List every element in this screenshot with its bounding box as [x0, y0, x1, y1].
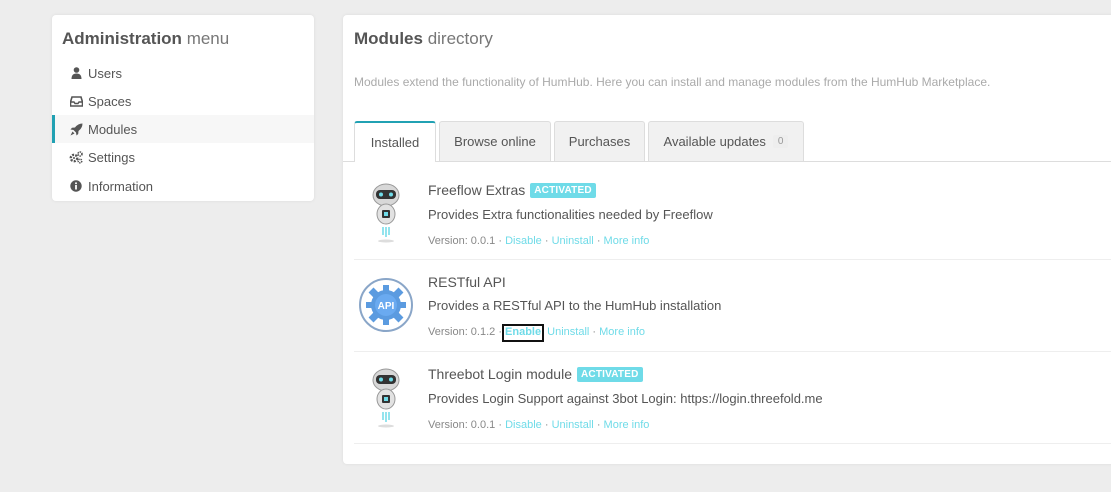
- sidebar-item-label: Modules: [88, 121, 138, 137]
- list-item: Threebot Login module ACTIVATED Provides …: [354, 352, 1111, 444]
- disable-link[interactable]: Disable: [505, 235, 542, 247]
- page-title: Modules directory: [354, 29, 493, 49]
- admin-menu-panel: Administration menu Users Spaces Modules…: [52, 15, 314, 201]
- list-item: Freeflow Extras ACTIVATED Provides Extra …: [354, 168, 1111, 260]
- module-version: Version: 0.0.1: [428, 235, 496, 247]
- module-title: Threebot Login module: [428, 366, 572, 382]
- separator: ·: [498, 419, 503, 431]
- page-title-bold: Modules: [354, 29, 423, 48]
- tab-available-updates[interactable]: Available updates 0: [648, 121, 804, 161]
- admin-menu-title: Administration menu: [62, 29, 229, 49]
- api-gear-icon: API: [358, 277, 414, 337]
- module-tabs: Installed Browse online Purchases Availa…: [343, 121, 1111, 162]
- tab-browse-online[interactable]: Browse online: [439, 121, 551, 161]
- tab-installed[interactable]: Installed: [354, 121, 436, 162]
- sidebar-item-settings[interactable]: Settings: [52, 143, 314, 171]
- sidebar-item-label: Spaces: [88, 93, 132, 109]
- module-name: Threebot Login module ACTIVATED: [428, 366, 643, 382]
- sidebar-item-information[interactable]: Information: [52, 172, 314, 200]
- sidebar-item-label: Information: [88, 178, 154, 194]
- svg-text:API: API: [378, 301, 395, 312]
- admin-menu-title-light: menu: [186, 29, 230, 48]
- module-meta: Version: 0.0.1 · Disable · Uninstall · M…: [428, 419, 649, 431]
- tab-label: Available updates: [663, 134, 766, 149]
- sidebar-item-label: Users: [88, 65, 122, 81]
- admin-menu-title-bold: Administration: [62, 29, 182, 48]
- robot-icon: [358, 181, 414, 243]
- separator: ·: [544, 419, 549, 431]
- module-description: Provides Extra functionalities needed by…: [428, 207, 713, 222]
- gears-icon: [69, 150, 83, 164]
- module-meta: Version: 0.0.1 · Disable · Uninstall · M…: [428, 235, 649, 247]
- sidebar-item-users[interactable]: Users: [52, 59, 314, 87]
- module-version: Version: 0.1.2: [428, 326, 496, 338]
- separator: ·: [544, 235, 549, 247]
- module-description: Provides a RESTful API to the HumHub ins…: [428, 298, 722, 313]
- module-description: Provides Login Support against 3bot Logi…: [428, 391, 823, 406]
- separator: ·: [592, 326, 597, 338]
- user-icon: [69, 66, 83, 80]
- separator: ·: [596, 235, 601, 247]
- robot-icon: [358, 366, 414, 428]
- list-item: API RESTful API Provides a RESTful API t…: [354, 260, 1111, 352]
- page-title-light: directory: [427, 29, 493, 48]
- inbox-icon: [69, 94, 83, 108]
- module-title: Freeflow Extras: [428, 182, 526, 198]
- rocket-icon: [69, 122, 83, 136]
- disable-link[interactable]: Disable: [505, 419, 542, 431]
- tab-label: Purchases: [568, 134, 631, 149]
- sidebar-item-modules[interactable]: Modules: [52, 115, 314, 143]
- page-description: Modules extend the functionality of HumH…: [354, 75, 991, 89]
- tab-purchases[interactable]: Purchases: [554, 121, 645, 161]
- module-title: RESTful API: [428, 274, 506, 290]
- sidebar-item-label: Settings: [88, 149, 135, 165]
- info-circle-icon: [69, 179, 83, 193]
- module-meta: Version: 0.1.2 · Enable Uninstall · More …: [428, 324, 645, 342]
- uninstall-link[interactable]: Uninstall: [552, 419, 594, 431]
- more-info-link[interactable]: More info: [604, 235, 650, 247]
- separator: ·: [596, 419, 601, 431]
- module-version: Version: 0.0.1: [428, 419, 496, 431]
- more-info-link[interactable]: More info: [599, 326, 645, 338]
- uninstall-link[interactable]: Uninstall: [552, 235, 594, 247]
- sidebar-item-spaces[interactable]: Spaces: [52, 87, 314, 115]
- status-badge: ACTIVATED: [577, 367, 643, 382]
- module-name: RESTful API: [428, 274, 506, 290]
- separator: ·: [498, 235, 503, 247]
- status-badge: ACTIVATED: [530, 183, 596, 198]
- enable-link[interactable]: Enable: [502, 324, 545, 342]
- uninstall-link[interactable]: Uninstall: [547, 326, 589, 338]
- tab-label: Installed: [370, 135, 420, 150]
- updates-count-badge: 0: [772, 135, 789, 148]
- tab-label: Browse online: [454, 134, 536, 149]
- more-info-link[interactable]: More info: [604, 419, 650, 431]
- module-name: Freeflow Extras ACTIVATED: [428, 182, 596, 198]
- modules-panel: Modules directory Modules extend the fun…: [343, 15, 1111, 464]
